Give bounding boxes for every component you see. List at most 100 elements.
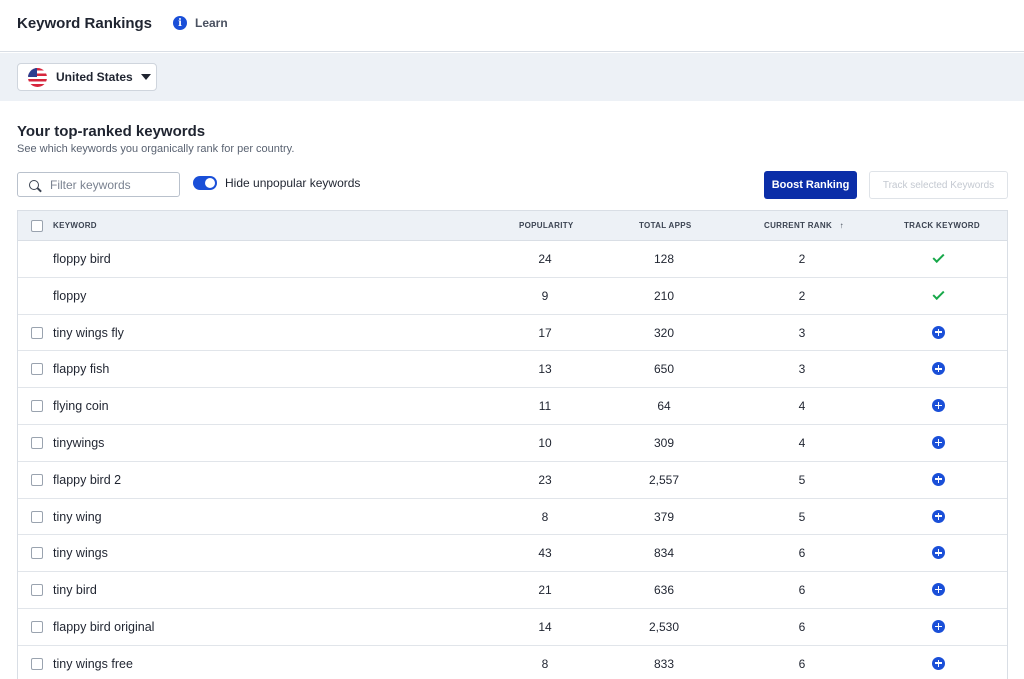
track-selected-keywords-button[interactable]: Track selected Keywords xyxy=(869,171,1008,199)
current-rank-cell: 6 xyxy=(798,546,806,561)
current-rank-cell: 3 xyxy=(798,325,806,340)
table-row: flappy bird 2 23 2,557 5 xyxy=(18,462,1007,499)
learn-label: Learn xyxy=(195,16,228,30)
track-keyword-button[interactable] xyxy=(932,509,946,524)
table-header: KEYWORD POPULARITY TOTAL APPS CURRENT RA… xyxy=(18,211,1007,241)
section-title: Your top-ranked keywords xyxy=(17,123,206,140)
total-apps-cell: 833 xyxy=(653,656,675,671)
plus-circle-icon[interactable] xyxy=(932,362,945,376)
plus-circle-icon[interactable] xyxy=(932,656,945,670)
table-body: floppy bird 24 128 2 floppy 9 210 2 tiny wings f… xyxy=(18,241,1007,679)
check-icon xyxy=(932,250,945,264)
current-rank-cell: 6 xyxy=(798,656,806,671)
row-checkbox[interactable] xyxy=(31,510,43,523)
track-keyword-button[interactable] xyxy=(932,546,946,560)
table-row: tiny bird 21 636 6 xyxy=(18,572,1007,609)
top-bar: Keyword Rankings i Learn xyxy=(0,0,1024,52)
sort-ascending-icon: ↑ xyxy=(839,221,844,230)
popularity-cell: 10 xyxy=(538,435,552,450)
row-checkbox[interactable] xyxy=(31,547,43,560)
hide-unpopular-label: Hide unpopular keywords xyxy=(225,176,361,190)
row-checkbox[interactable] xyxy=(31,657,43,670)
total-apps-cell: 320 xyxy=(653,325,675,340)
popularity-cell: 11 xyxy=(538,399,552,414)
keyword-cell: tiny wing xyxy=(53,509,102,524)
keyword-cell: floppy bird xyxy=(53,252,111,266)
keyword-cell: flying coin xyxy=(53,399,109,414)
table-row: tiny wings 43 834 6 xyxy=(18,535,1007,573)
popularity-cell: 17 xyxy=(538,325,552,340)
table-row: tiny wing 8 379 5 xyxy=(18,499,1007,536)
row-checkbox[interactable] xyxy=(31,326,43,339)
caret-down-icon xyxy=(140,74,151,80)
track-keyword-button[interactable] xyxy=(932,399,946,413)
plus-circle-icon[interactable] xyxy=(932,509,945,523)
keyword-cell: floppy xyxy=(53,288,87,303)
row-checkbox[interactable] xyxy=(31,363,43,376)
current-rank-cell: 2 xyxy=(798,252,806,266)
popularity-cell: 24 xyxy=(538,252,552,266)
keyword-cell: flappy bird original xyxy=(53,619,155,634)
column-header-popularity[interactable]: POPULARITY xyxy=(519,221,574,230)
plus-circle-icon[interactable] xyxy=(932,399,945,413)
popularity-cell: 21 xyxy=(538,583,552,598)
keyword-cell: flappy fish xyxy=(53,362,110,377)
popularity-cell: 14 xyxy=(538,619,552,634)
table-row: floppy 9 210 2 xyxy=(18,278,1007,315)
table-row: flappy bird original 14 2,530 6 xyxy=(18,609,1007,646)
current-rank-cell: 6 xyxy=(798,619,806,634)
track-keyword-button[interactable] xyxy=(932,656,946,671)
keyword-cell: tiny bird xyxy=(53,583,97,598)
plus-circle-icon[interactable] xyxy=(932,546,945,560)
keywords-table: KEYWORD POPULARITY TOTAL APPS CURRENT RA… xyxy=(17,210,1008,679)
row-checkbox[interactable] xyxy=(31,473,43,486)
country-dropdown[interactable]: United States xyxy=(17,63,157,91)
search-icon xyxy=(29,179,39,190)
track-keyword-button[interactable] xyxy=(932,619,946,634)
us-flag-icon xyxy=(28,67,47,87)
select-all-checkbox[interactable] xyxy=(31,220,43,232)
column-header-total-apps[interactable]: TOTAL APPS xyxy=(639,221,692,230)
tracked-status xyxy=(932,287,946,303)
popularity-cell: 8 xyxy=(541,509,549,524)
table-row: flappy fish 13 650 3 xyxy=(18,351,1007,389)
plus-circle-icon[interactable] xyxy=(932,583,945,597)
track-keyword-button[interactable] xyxy=(932,325,946,340)
row-checkbox[interactable] xyxy=(31,400,43,413)
current-rank-cell: 3 xyxy=(798,362,806,377)
country-label: United States xyxy=(56,70,133,84)
track-keyword-button[interactable] xyxy=(932,435,946,450)
popularity-cell: 8 xyxy=(541,656,549,671)
popularity-cell: 23 xyxy=(538,472,552,487)
section-subtitle: See which keywords you organically rank … xyxy=(17,143,295,155)
row-checkbox[interactable] xyxy=(31,436,43,449)
filter-keywords-input[interactable] xyxy=(50,177,175,192)
page-title: Keyword Rankings xyxy=(17,15,153,32)
track-keyword-button[interactable] xyxy=(932,362,946,376)
row-checkbox[interactable] xyxy=(31,584,43,597)
hide-unpopular-toggle[interactable] xyxy=(193,176,217,190)
popularity-cell: 13 xyxy=(538,362,552,377)
current-rank-cell: 4 xyxy=(798,435,806,450)
current-rank-cell: 2 xyxy=(798,288,806,303)
table-row: tiny wings fly 17 320 3 xyxy=(18,315,1007,352)
total-apps-cell: 834 xyxy=(653,546,675,561)
tracked-status xyxy=(932,250,946,266)
track-keyword-button[interactable] xyxy=(932,583,946,597)
plus-circle-icon[interactable] xyxy=(932,472,945,486)
boost-ranking-button[interactable]: Boost Ranking xyxy=(764,171,857,199)
track-keyword-button[interactable] xyxy=(932,472,946,487)
column-header-track-keyword: TRACK KEYWORD xyxy=(904,221,980,230)
current-rank-label: CURRENT RANK xyxy=(764,221,833,230)
plus-circle-icon[interactable] xyxy=(932,435,945,449)
filter-keywords-field[interactable] xyxy=(17,172,180,197)
current-rank-cell: 5 xyxy=(798,472,806,487)
plus-circle-icon[interactable] xyxy=(932,619,945,633)
column-header-keyword[interactable]: KEYWORD xyxy=(53,221,97,230)
row-checkbox[interactable] xyxy=(31,620,43,633)
plus-circle-icon[interactable] xyxy=(932,325,945,339)
column-header-current-rank[interactable]: CURRENT RANK ↑ xyxy=(764,221,844,230)
table-row: floppy bird 24 128 2 xyxy=(18,241,1007,278)
learn-link[interactable]: i Learn xyxy=(173,16,228,30)
current-rank-cell: 4 xyxy=(798,399,806,414)
